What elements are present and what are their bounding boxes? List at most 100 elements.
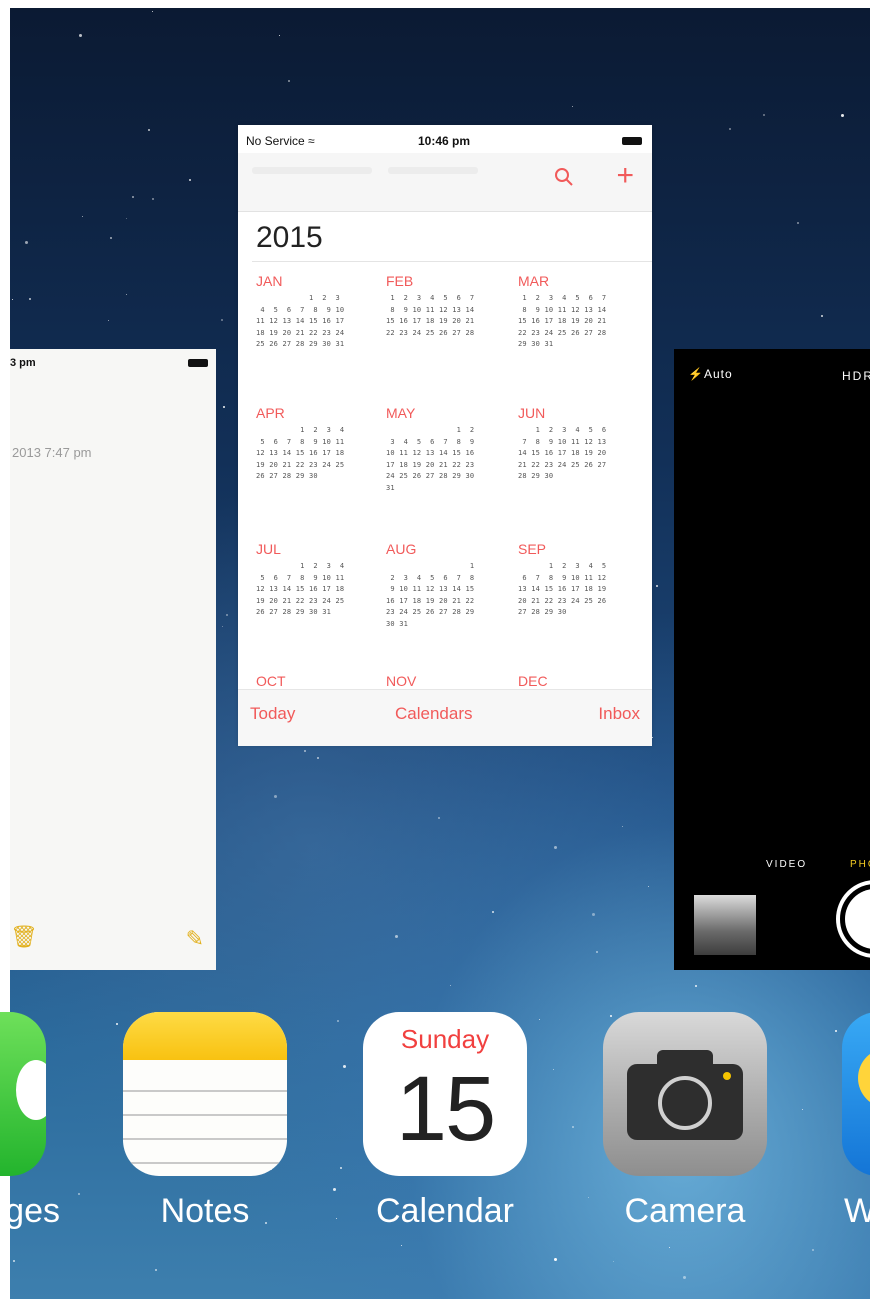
star — [401, 1245, 402, 1246]
week-row: 12 13 14 15 16 17 18 — [256, 585, 345, 593]
month-name: AUG — [386, 541, 417, 557]
week-row: 24 25 26 27 28 29 30 — [386, 472, 475, 480]
month-days: 1 2 3 4 5 6 7 8 9 10 11 12 13 14 15 16 17… — [386, 561, 506, 630]
mode-video[interactable]: VIDEO — [766, 859, 807, 870]
week-row: 25 26 27 28 29 30 31 — [256, 340, 345, 348]
blurred-bar — [252, 167, 372, 174]
month-jan[interactable]: JAN 1 2 3 4 5 6 7 8 9 10 11 12 13 14 15 1… — [256, 273, 376, 351]
camera-lens-icon — [658, 1076, 712, 1130]
notes-app-icon[interactable] — [123, 1012, 287, 1176]
star — [812, 1249, 814, 1251]
month-name: JAN — [256, 273, 283, 289]
star — [223, 406, 225, 408]
month-name: JUN — [518, 405, 546, 421]
month-name: MAR — [518, 273, 550, 289]
week-row: 5 6 7 8 9 10 11 — [256, 573, 345, 582]
month-mar[interactable]: MAR 1 2 3 4 5 6 7 8 9 10 11 12 13 14 15 1… — [518, 273, 638, 351]
month-sep[interactable]: SEP 1 2 3 4 5 6 7 8 9 10 11 12 13 14 15 1… — [518, 541, 638, 619]
week-row: 4 5 6 7 8 9 10 — [256, 305, 345, 314]
month-days: 1 2 3 4 5 6 7 8 9 10 11 12 13 14 15 16 17… — [256, 561, 376, 619]
week-row: 30 31 — [386, 619, 409, 628]
star — [835, 1030, 837, 1032]
star — [78, 1193, 80, 1195]
today-button[interactable]: Today — [250, 704, 295, 724]
month-jul[interactable]: JUL 1 2 3 4 5 6 7 8 9 10 11 12 13 14 15 1… — [256, 541, 376, 619]
app-card-notes[interactable]: 3 pm 2013 7:47 pm 🗑 ✎ — [10, 349, 216, 970]
star — [132, 196, 134, 198]
carrier-status: No Service ≈ — [246, 134, 315, 148]
star — [613, 1261, 614, 1262]
year-title: 2015 — [256, 221, 323, 254]
flash-toggle[interactable]: ⚡Auto — [688, 367, 733, 381]
star — [652, 737, 653, 738]
star — [438, 817, 440, 819]
week-row: 29 30 31 — [518, 340, 554, 348]
hdr-toggle[interactable]: HDR — [842, 369, 870, 383]
month-may[interactable]: MAY 1 2 3 4 5 6 7 8 9 10 11 12 13 14 15 1… — [386, 405, 506, 494]
flash-label: Auto — [703, 367, 733, 381]
inbox-button[interactable]: Inbox — [598, 704, 640, 724]
camera-app-icon[interactable] — [603, 1012, 767, 1176]
week-row: 18 19 20 21 22 23 24 — [256, 328, 345, 337]
add-icon[interactable]: + — [616, 161, 634, 191]
blurred-bar — [388, 167, 478, 174]
star — [337, 1020, 339, 1022]
week-row: 1 2 3 4 5 6 7 — [518, 294, 607, 302]
star — [539, 1019, 540, 1020]
week-row: 22 23 24 25 26 27 28 — [518, 328, 607, 337]
week-row: 1 — [386, 562, 475, 570]
star — [152, 198, 154, 200]
star — [340, 1167, 342, 1169]
ruled-line — [123, 1162, 287, 1164]
star — [450, 985, 451, 986]
star — [13, 1260, 15, 1262]
star — [596, 951, 598, 953]
search-icon[interactable] — [554, 167, 574, 193]
week-row: 15 16 17 18 19 20 21 — [386, 317, 475, 325]
calendar-navbar: + — [238, 153, 652, 212]
week-row: 12 13 14 15 16 17 18 — [256, 449, 345, 457]
compose-icon[interactable]: ✎ — [186, 926, 204, 952]
week-row: 22 23 24 25 26 27 28 — [386, 328, 475, 337]
star — [274, 795, 277, 798]
star — [336, 1218, 337, 1219]
last-photo-thumbnail[interactable] — [694, 895, 756, 955]
messages-app-icon[interactable] — [0, 1012, 46, 1176]
calendars-button[interactable]: Calendars — [395, 704, 473, 724]
app-card-calendar[interactable]: No Service ≈ 10:46 pm + 2015 JAN 1 2 3 4… — [238, 125, 652, 746]
carrier-label: No Service — [246, 134, 305, 148]
week-row: 9 10 11 12 13 14 15 — [386, 585, 475, 593]
week-row: 20 21 22 23 24 25 26 — [518, 596, 607, 605]
week-row: 6 7 8 9 10 11 12 — [518, 573, 607, 582]
weather-app-icon[interactable] — [842, 1012, 870, 1176]
week-row: 10 11 12 13 14 15 16 — [386, 449, 475, 457]
mode-photo[interactable]: PHOTO — [850, 859, 870, 870]
battery-icon — [622, 137, 642, 145]
week-row: 27 28 29 30 — [518, 608, 567, 616]
star — [797, 222, 799, 224]
week-row: 1 2 — [386, 426, 475, 434]
star — [126, 218, 127, 219]
week-row: 17 18 19 20 21 22 23 — [386, 460, 475, 469]
calendar-toolbar: Today Calendars Inbox — [238, 689, 652, 746]
star — [12, 299, 13, 300]
month-aug[interactable]: AUG 1 2 3 4 5 6 7 8 9 10 11 12 13 14 15 1… — [386, 541, 506, 630]
week-row: 1 2 3 4 5 6 7 — [386, 294, 475, 302]
shutter-inner — [845, 889, 870, 949]
month-feb[interactable]: FEB 1 2 3 4 5 6 7 8 9 10 11 12 13 14 15 1… — [386, 273, 506, 339]
shutter-button[interactable] — [836, 880, 870, 958]
week-row: 19 20 21 22 23 24 25 — [256, 460, 345, 469]
star — [226, 614, 228, 616]
month-grid: JAN 1 2 3 4 5 6 7 8 9 10 11 12 13 14 15 1… — [256, 273, 646, 693]
ruled-line — [123, 1090, 287, 1092]
month-jun[interactable]: JUN 1 2 3 4 5 6 7 8 9 10 11 12 13 14 15 1… — [518, 405, 638, 483]
month-days: 1 2 3 4 5 6 7 8 9 10 11 12 13 14 15 16 17… — [518, 561, 638, 619]
week-row: 16 17 18 19 20 21 22 — [386, 596, 475, 605]
app-card-camera[interactable]: ⚡Auto HDR VIDEO PHOTO — [674, 349, 870, 970]
star — [221, 319, 223, 321]
calendar-app-icon[interactable]: Sunday 15 — [363, 1012, 527, 1176]
month-apr[interactable]: APR 1 2 3 4 5 6 7 8 9 10 11 12 13 14 15 1… — [256, 405, 376, 483]
trash-icon[interactable]: 🗑 — [10, 924, 38, 950]
week-row: 5 6 7 8 9 10 11 — [256, 437, 345, 446]
week-row: 1 2 3 4 — [256, 562, 345, 570]
